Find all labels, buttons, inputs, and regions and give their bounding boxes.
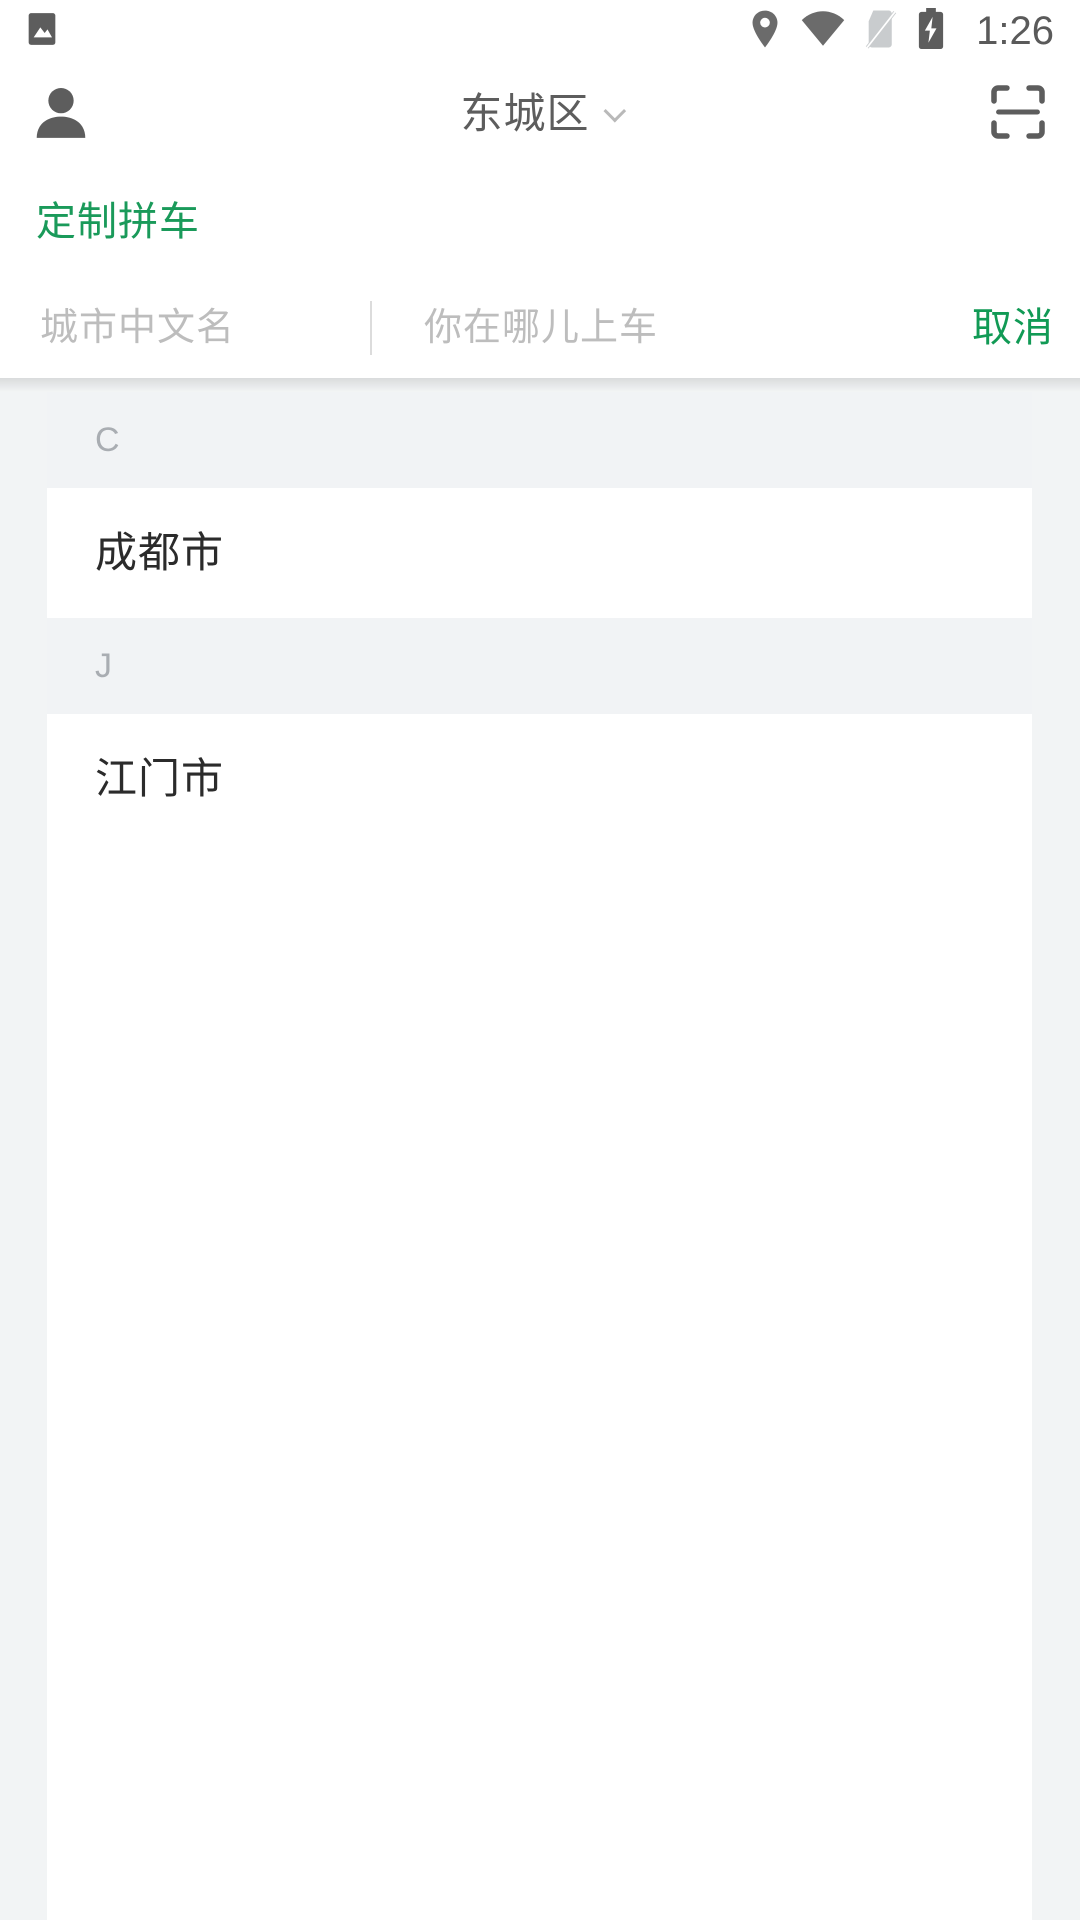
wifi-icon — [800, 10, 846, 52]
city-name: 江门市 — [95, 755, 225, 802]
section-letter: J — [95, 647, 113, 685]
section-header: J — [47, 618, 1032, 714]
pickup-search-input[interactable]: 你在哪儿上车 — [388, 309, 952, 347]
content-area: C 成都市 J 江门市 — [0, 378, 1080, 1920]
tab-bar: 定制拼车 — [0, 166, 1080, 278]
page-title: 东城区 — [460, 90, 590, 137]
status-bar-right-icons: 1:26 — [748, 7, 1054, 55]
app-header: 东城区 — [0, 62, 1080, 166]
content-top-shadow — [0, 378, 1080, 392]
tab-custom-carpool[interactable]: 定制拼车 — [36, 202, 200, 242]
search-divider — [370, 301, 372, 355]
status-bar-left-icons — [22, 9, 62, 54]
list-item[interactable]: 成都市 — [47, 488, 1032, 618]
status-bar: 1:26 — [0, 0, 1080, 62]
section-letter: C — [95, 421, 121, 459]
cancel-button[interactable]: 取消 — [952, 308, 1054, 348]
city-list-panel: C 成都市 J 江门市 — [47, 392, 1032, 1920]
scan-qr-icon — [988, 82, 1048, 147]
location-pin-icon — [748, 9, 782, 54]
chevron-down-icon — [603, 99, 626, 123]
list-item[interactable]: 江门市 — [47, 714, 1032, 844]
city-name: 成都市 — [95, 529, 225, 576]
battery-charging-icon — [916, 7, 946, 55]
scan-button[interactable] — [980, 76, 1056, 152]
city-search-input[interactable]: 城市中文名 — [40, 309, 370, 347]
no-sim-icon — [864, 9, 898, 54]
city-selector[interactable]: 东城区 — [0, 93, 1080, 135]
app-screen: 1:26 东城区 定制拼车 城市中文名 你在哪儿上车 取消 C 成都市 J 江门… — [0, 0, 1080, 1920]
image-icon — [22, 9, 62, 54]
status-bar-clock: 1:26 — [976, 9, 1054, 53]
search-bar: 城市中文名 你在哪儿上车 取消 — [0, 278, 1080, 378]
section-header: C — [47, 392, 1032, 488]
